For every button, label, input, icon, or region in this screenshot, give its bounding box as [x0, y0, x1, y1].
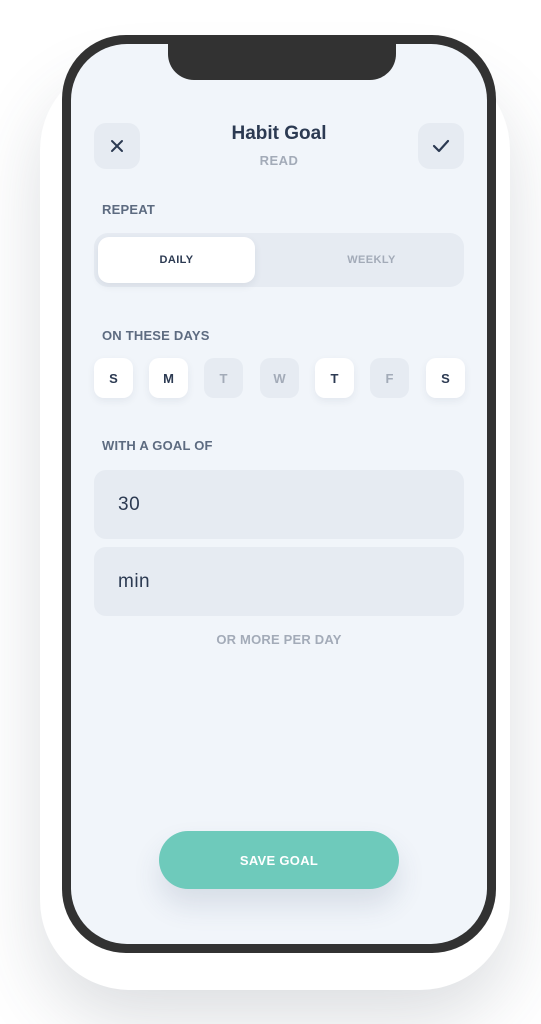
repeat-option-daily[interactable]: DAILY	[98, 237, 255, 283]
day-toggle-wednesday[interactable]: W	[260, 358, 299, 398]
app-screen: Habit Goal READ REPEAT DAILY WEEKLY ON T…	[71, 44, 487, 944]
goal-amount-input[interactable]: 30	[94, 470, 464, 539]
day-toggle-thursday[interactable]: T	[315, 358, 354, 398]
goal-unit-input[interactable]: min	[94, 547, 464, 616]
device-notch	[168, 44, 396, 80]
day-toggle-tuesday[interactable]: T	[204, 358, 243, 398]
day-toggle-sunday[interactable]: S	[94, 358, 133, 398]
day-toggle-monday[interactable]: M	[149, 358, 188, 398]
day-toggle-friday[interactable]: F	[370, 358, 409, 398]
repeat-option-weekly[interactable]: WEEKLY	[279, 237, 464, 283]
day-selector: S M T W T F S	[94, 358, 465, 398]
day-toggle-saturday[interactable]: S	[426, 358, 465, 398]
repeat-label: REPEAT	[102, 202, 155, 217]
days-label: ON THESE DAYS	[102, 328, 210, 343]
save-goal-button[interactable]: SAVE GOAL	[159, 831, 399, 889]
goal-label: WITH A GOAL OF	[102, 438, 213, 453]
confirm-button[interactable]	[418, 123, 464, 169]
stage: Habit Goal READ REPEAT DAILY WEEKLY ON T…	[0, 0, 541, 1024]
goal-hint: OR MORE PER DAY	[216, 632, 342, 647]
repeat-segmented-control: DAILY WEEKLY	[94, 233, 464, 287]
checkmark-icon	[432, 139, 450, 153]
